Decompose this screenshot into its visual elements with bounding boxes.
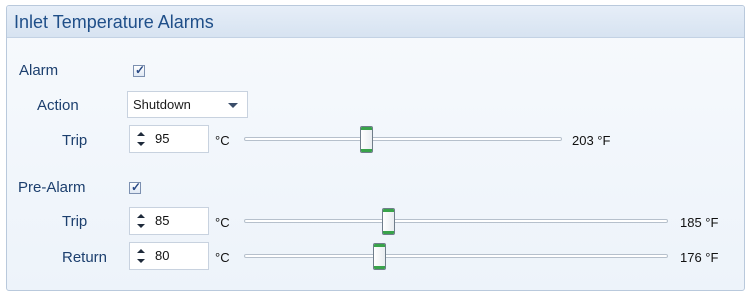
alarm-trip-spinner[interactable]: 95 [129, 125, 209, 153]
spin-down-arrow-icon[interactable] [137, 259, 145, 263]
pre-alarm-trip-unit: °C [215, 215, 230, 230]
spin-up-arrow-icon[interactable] [137, 249, 145, 253]
checkmark-icon: ✓ [135, 63, 146, 77]
pre-alarm-checkbox[interactable]: ✓ [129, 180, 142, 194]
alarm-label: Alarm [19, 62, 59, 79]
pre-alarm-return-spinner[interactable]: 80 [129, 242, 209, 270]
alarm-trip-unit: °C [215, 133, 230, 148]
pre-alarm-return-slider-track[interactable] [244, 254, 668, 258]
action-dropdown[interactable]: Shutdown [127, 91, 248, 118]
chevron-down-icon [228, 103, 238, 108]
alarm-trip-celsius-value: 95 [155, 131, 170, 146]
alarm-trip-slider-thumb[interactable] [360, 126, 373, 153]
action-label: Action [37, 97, 79, 114]
pre-alarm-return-celsius-value: 80 [155, 248, 170, 263]
alarm-checkbox[interactable]: ✓ [133, 63, 146, 77]
panel-header: Inlet Temperature Alarms [7, 6, 744, 38]
pre-alarm-return-slider-thumb[interactable] [373, 243, 386, 270]
action-dropdown-value: Shutdown [133, 97, 191, 112]
spin-down-arrow-icon[interactable] [137, 142, 145, 146]
spin-arrows[interactable] [137, 130, 145, 148]
spin-up-arrow-icon[interactable] [137, 132, 145, 136]
pre-alarm-trip-celsius-value: 85 [155, 213, 170, 228]
spin-arrows[interactable] [137, 212, 145, 230]
checkmark-icon: ✓ [131, 180, 142, 194]
panel-title: Inlet Temperature Alarms [14, 12, 214, 32]
alarm-trip-label: Trip [62, 132, 88, 149]
pre-alarm-return-unit: °C [215, 250, 230, 265]
pre-alarm-trip-label: Trip [62, 213, 88, 230]
alarm-trip-fahrenheit: 203 °F [572, 133, 611, 148]
pre-alarm-return-fahrenheit: 176 °F [680, 250, 719, 265]
spin-arrows[interactable] [137, 247, 145, 265]
pre-alarm-trip-slider-thumb[interactable] [382, 208, 395, 235]
pre-alarm-trip-fahrenheit: 185 °F [680, 215, 719, 230]
pre-alarm-trip-slider-track[interactable] [244, 219, 668, 223]
inlet-temperature-alarms-panel: Inlet Temperature Alarms Alarm ✓ Action … [6, 5, 745, 291]
spin-down-arrow-icon[interactable] [137, 224, 145, 228]
pre-alarm-trip-spinner[interactable]: 85 [129, 207, 209, 235]
alarm-trip-slider-track[interactable] [244, 137, 562, 141]
pre-alarm-return-label: Return [62, 249, 108, 266]
spin-up-arrow-icon[interactable] [137, 214, 145, 218]
pre-alarm-label: Pre-Alarm [18, 179, 86, 196]
